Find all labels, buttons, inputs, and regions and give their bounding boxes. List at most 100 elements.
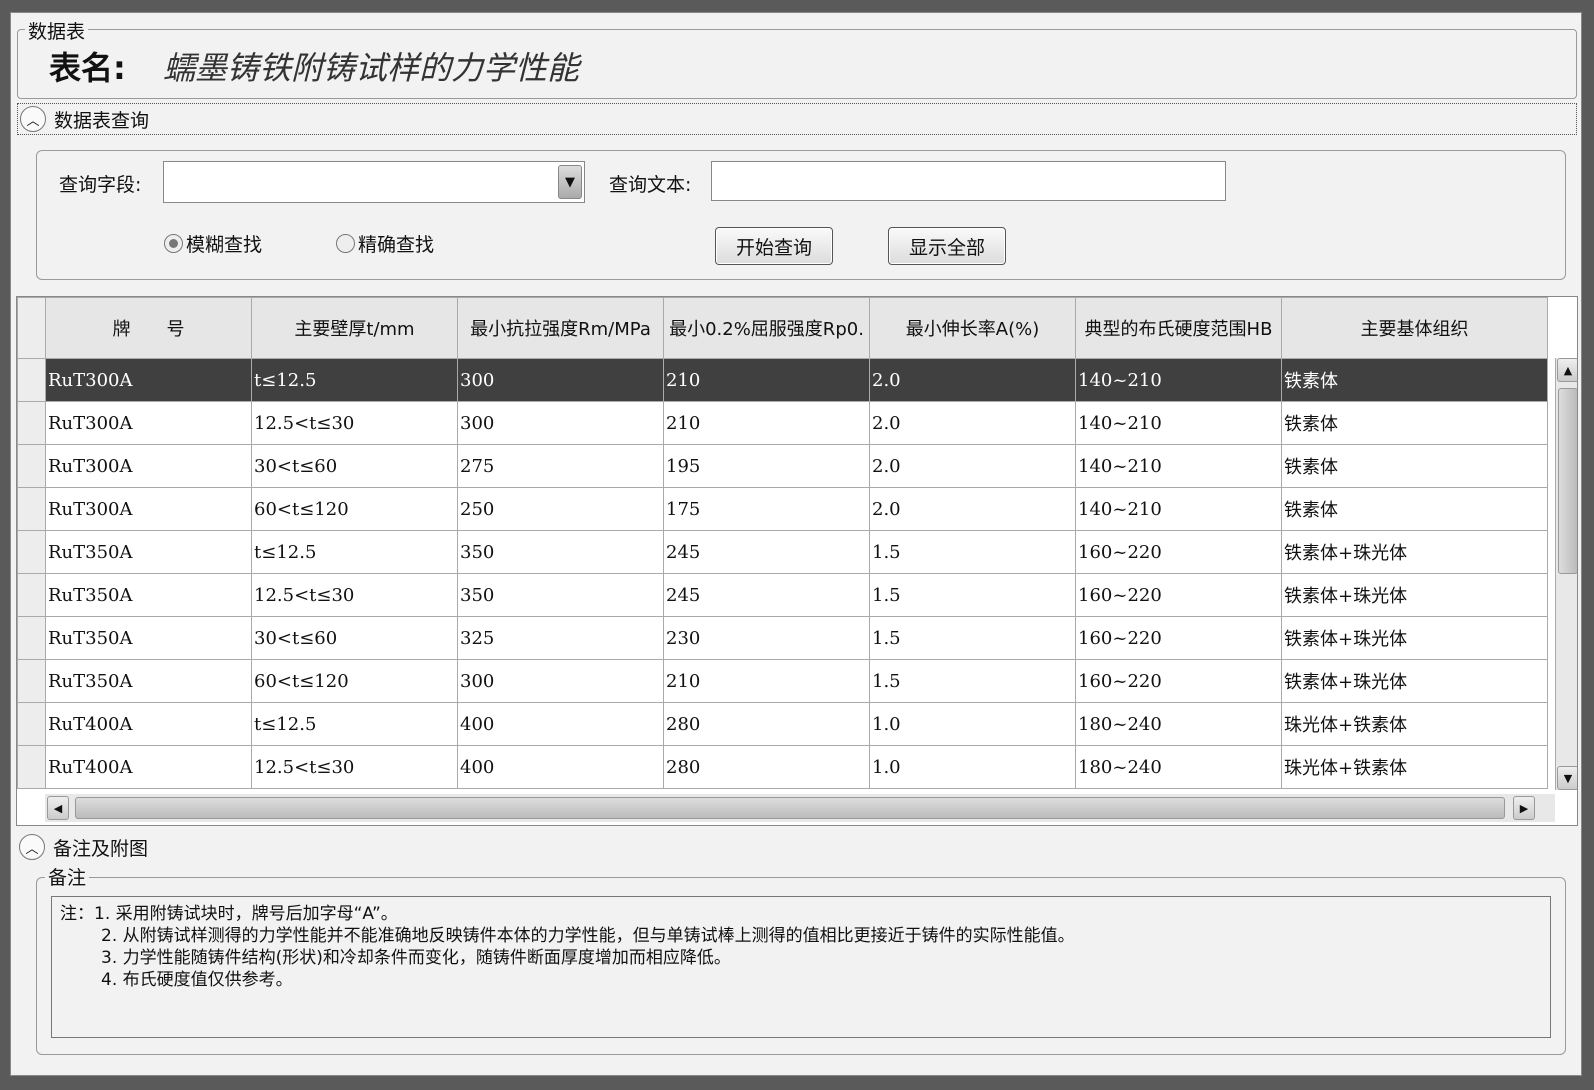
- table-cell[interactable]: 350: [457, 530, 664, 574]
- table-cell[interactable]: 2.0: [869, 401, 1076, 445]
- table-cell[interactable]: 195: [663, 444, 870, 488]
- table-cell[interactable]: 400: [457, 702, 664, 746]
- table-cell[interactable]: 300: [457, 659, 664, 703]
- table-cell[interactable]: 175: [663, 487, 870, 531]
- table-cell[interactable]: RuT350A: [45, 616, 252, 660]
- horizontal-scroll-thumb[interactable]: [75, 797, 1505, 819]
- table-cell[interactable]: 160~220: [1075, 659, 1282, 703]
- table-cell[interactable]: 280: [663, 745, 870, 789]
- table-cell[interactable]: RuT350A: [45, 573, 252, 617]
- table-cell[interactable]: 铁素体+珠光体: [1281, 616, 1548, 660]
- table-cell[interactable]: t≤12.5: [251, 530, 458, 574]
- table-cell[interactable]: 230: [663, 616, 870, 660]
- horizontal-scrollbar[interactable]: ◀ ▶: [45, 794, 1555, 822]
- table-cell[interactable]: 珠光体+铁素体: [1281, 745, 1548, 789]
- table-cell[interactable]: 铁素体: [1281, 358, 1548, 402]
- table-row[interactable]: RuT300A 60<t≤120 250 175 2.0 140~210 铁素体: [17, 487, 1548, 531]
- table-cell[interactable]: 铁素体: [1281, 487, 1548, 531]
- scroll-up-icon[interactable]: ▲: [1557, 358, 1577, 382]
- row-header[interactable]: [17, 358, 46, 402]
- table-row[interactable]: RuT350A 30<t≤60 325 230 1.5 160~220 铁素体+珠光体: [17, 616, 1548, 660]
- table-row[interactable]: RuT350A 12.5<t≤30 350 245 1.5 160~220 铁素体+珠光体: [17, 573, 1548, 617]
- table-cell[interactable]: RuT350A: [45, 530, 252, 574]
- scroll-down-icon[interactable]: ▼: [1557, 766, 1577, 790]
- table-cell[interactable]: t≤12.5: [251, 358, 458, 402]
- table-cell[interactable]: 1.5: [869, 573, 1076, 617]
- column-header[interactable]: 典型的布氏硬度范围HB: [1075, 297, 1282, 359]
- table-cell[interactable]: RuT300A: [45, 487, 252, 531]
- query-section-header[interactable]: ︿ 数据表查询: [17, 103, 1577, 135]
- table-row[interactable]: RuT300A t≤12.5 300 210 2.0 140~210 铁素体: [17, 358, 1548, 402]
- row-header[interactable]: [17, 745, 46, 789]
- table-cell[interactable]: 12.5<t≤30: [251, 745, 458, 789]
- row-header[interactable]: [17, 444, 46, 488]
- table-cell[interactable]: 350: [457, 573, 664, 617]
- row-header[interactable]: [17, 616, 46, 660]
- row-header[interactable]: [17, 702, 46, 746]
- table-cell[interactable]: 300: [457, 358, 664, 402]
- table-row[interactable]: RuT300A 12.5<t≤30 300 210 2.0 140~210 铁素体: [17, 401, 1548, 445]
- table-row[interactable]: RuT400A t≤12.5 400 280 1.0 180~240 珠光体+铁素体: [17, 702, 1548, 746]
- table-cell[interactable]: 60<t≤120: [251, 659, 458, 703]
- table-cell[interactable]: 300: [457, 401, 664, 445]
- table-cell[interactable]: RuT350A: [45, 659, 252, 703]
- table-cell[interactable]: RuT300A: [45, 358, 252, 402]
- table-cell[interactable]: 12.5<t≤30: [251, 573, 458, 617]
- column-header[interactable]: 最小伸长率A(%): [869, 297, 1076, 359]
- row-header[interactable]: [17, 487, 46, 531]
- scroll-left-icon[interactable]: ◀: [47, 796, 69, 820]
- radio-exact[interactable]: 精确查找: [336, 230, 434, 257]
- vertical-scrollbar[interactable]: ▲ ▼: [1555, 358, 1577, 790]
- table-cell[interactable]: 铁素体+珠光体: [1281, 573, 1548, 617]
- query-text-input[interactable]: [711, 161, 1226, 201]
- table-cell[interactable]: 210: [663, 401, 870, 445]
- notes-textbox[interactable]: 注：1. 采用附铸试块时，牌号后加字母“A”。 2. 从附铸试样测得的力学性能并…: [51, 896, 1551, 1038]
- table-cell[interactable]: 铁素体: [1281, 401, 1548, 445]
- table-cell[interactable]: 珠光体+铁素体: [1281, 702, 1548, 746]
- table-cell[interactable]: RuT400A: [45, 745, 252, 789]
- table-cell[interactable]: 12.5<t≤30: [251, 401, 458, 445]
- table-cell[interactable]: 140~210: [1075, 358, 1282, 402]
- table-row[interactable]: RuT350A t≤12.5 350 245 1.5 160~220 铁素体+珠光体: [17, 530, 1548, 574]
- table-cell[interactable]: 铁素体: [1281, 444, 1548, 488]
- table-cell[interactable]: 1.5: [869, 616, 1076, 660]
- notes-section-header[interactable]: ︿ 备注及附图: [17, 831, 1577, 863]
- table-row[interactable]: RuT400A 12.5<t≤30 400 280 1.0 180~240 珠光体+铁素体: [17, 745, 1548, 789]
- vertical-scroll-thumb[interactable]: [1558, 388, 1577, 574]
- column-header[interactable]: 主要基体组织: [1281, 297, 1548, 359]
- table-cell[interactable]: 60<t≤120: [251, 487, 458, 531]
- chevron-up-icon[interactable]: ︿: [20, 106, 46, 132]
- table-cell[interactable]: 160~220: [1075, 530, 1282, 574]
- chevron-down-icon[interactable]: ▼: [558, 165, 582, 199]
- table-cell[interactable]: 2.0: [869, 358, 1076, 402]
- table-row[interactable]: RuT350A 60<t≤120 300 210 1.5 160~220 铁素体+珠光体: [17, 659, 1548, 703]
- table-cell[interactable]: 2.0: [869, 487, 1076, 531]
- table-cell[interactable]: 30<t≤60: [251, 616, 458, 660]
- row-header[interactable]: [17, 659, 46, 703]
- table-cell[interactable]: 180~240: [1075, 702, 1282, 746]
- row-header[interactable]: [17, 530, 46, 574]
- chevron-up-icon[interactable]: ︿: [19, 834, 45, 860]
- table-row[interactable]: RuT300A 30<t≤60 275 195 2.0 140~210 铁素体: [17, 444, 1548, 488]
- table-cell[interactable]: t≤12.5: [251, 702, 458, 746]
- column-header[interactable]: 最小0.2%屈服强度Rp0.: [663, 297, 870, 359]
- row-header[interactable]: [17, 573, 46, 617]
- column-header[interactable]: 牌 号: [45, 297, 252, 359]
- radio-fuzzy[interactable]: 模糊查找: [164, 230, 262, 257]
- table-cell[interactable]: 210: [663, 358, 870, 402]
- table-cell[interactable]: 160~220: [1075, 573, 1282, 617]
- table-cell[interactable]: 280: [663, 702, 870, 746]
- table-cell[interactable]: 140~210: [1075, 401, 1282, 445]
- table-cell[interactable]: 400: [457, 745, 664, 789]
- table-cell[interactable]: 2.0: [869, 444, 1076, 488]
- table-cell[interactable]: 1.5: [869, 530, 1076, 574]
- table-cell[interactable]: 160~220: [1075, 616, 1282, 660]
- row-header[interactable]: [17, 401, 46, 445]
- table-cell[interactable]: 325: [457, 616, 664, 660]
- table-cell[interactable]: 275: [457, 444, 664, 488]
- search-button[interactable]: 开始查询: [715, 227, 833, 265]
- table-cell[interactable]: 1.0: [869, 745, 1076, 789]
- table-cell[interactable]: 250: [457, 487, 664, 531]
- show-all-button[interactable]: 显示全部: [888, 227, 1006, 265]
- column-header[interactable]: 主要壁厚t/mm: [251, 297, 458, 359]
